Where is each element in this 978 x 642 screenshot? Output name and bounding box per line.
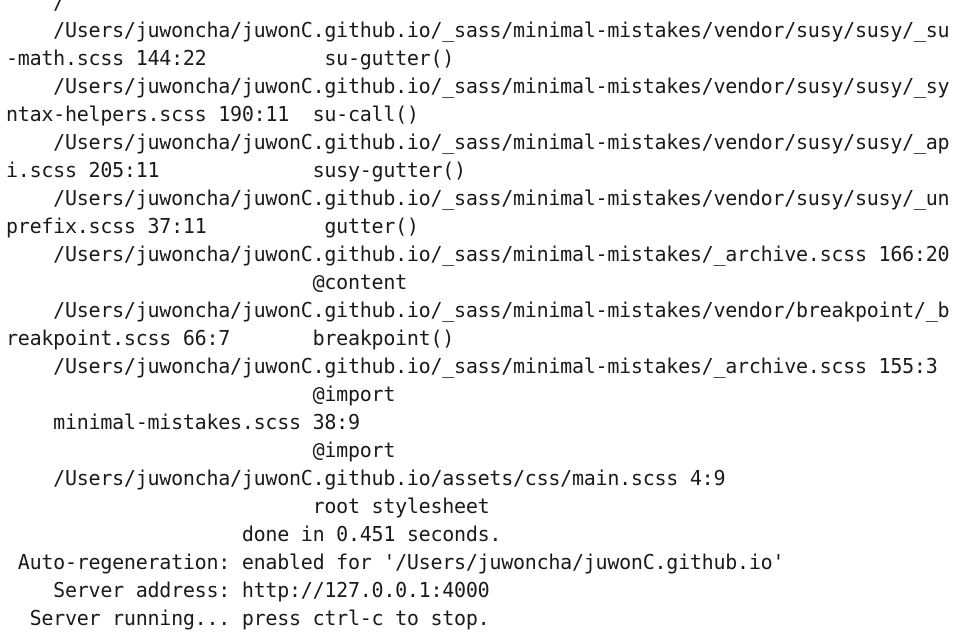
terminal-line-partial: /	[6, 0, 65, 14]
stack-trace-path: /Users/juwoncha/juwonC.github.io/_sass/m…	[6, 18, 950, 42]
stack-trace-path: /Users/juwoncha/juwonC.github.io/_sass/m…	[6, 74, 950, 98]
stack-trace-location: reakpoint.scss 66:7 breakpoint()	[6, 326, 455, 350]
stack-trace-location: prefix.scss 37:11 gutter()	[6, 214, 419, 238]
server-address: Server address: http://127.0.0.1:4000	[6, 578, 490, 602]
stack-trace-path: minimal-mistakes.scss 38:9	[6, 410, 360, 434]
stack-trace-path: /Users/juwoncha/juwonC.github.io/_sass/m…	[6, 186, 950, 210]
auto-regeneration-status: Auto-regeneration: enabled for '/Users/j…	[6, 550, 785, 574]
stack-trace-path: /Users/juwoncha/juwonC.github.io/assets/…	[6, 466, 726, 490]
stack-trace-location: i.scss 205:11 susy-gutter()	[6, 158, 466, 182]
stack-trace-location: root stylesheet	[6, 494, 490, 518]
build-done-message: done in 0.451 seconds.	[6, 522, 502, 546]
stack-trace-location: @content	[6, 270, 408, 294]
stack-trace-path: /Users/juwoncha/juwonC.github.io/_sass/m…	[6, 298, 950, 322]
terminal-output: / /Users/juwoncha/juwonC.github.io/_sass…	[6, 0, 950, 632]
stack-trace-path: /Users/juwoncha/juwonC.github.io/_sass/m…	[6, 354, 938, 378]
stack-trace-location: @import	[6, 438, 396, 462]
stack-trace-path: /Users/juwoncha/juwonC.github.io/_sass/m…	[6, 242, 950, 266]
stack-trace-location: -math.scss 144:22 su-gutter()	[6, 46, 455, 70]
server-running-status: Server running... press ctrl-c to stop.	[6, 606, 490, 630]
stack-trace-location: @import	[6, 382, 396, 406]
stack-trace-location: ntax-helpers.scss 190:11 su-call()	[6, 102, 419, 126]
stack-trace-path: /Users/juwoncha/juwonC.github.io/_sass/m…	[6, 130, 950, 154]
terminal-window[interactable]: / /Users/juwoncha/juwonC.github.io/_sass…	[0, 0, 978, 642]
